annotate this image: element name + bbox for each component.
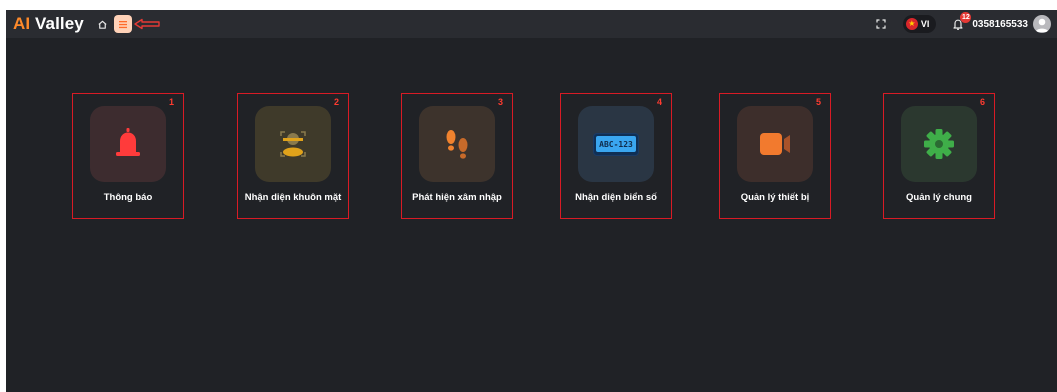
tile-icon-box [901,106,977,182]
tile-label: Quản lý chung [906,192,972,203]
tile-license-plate[interactable]: 4 ABC-123 Nhận diện biển số [560,93,672,219]
user-avatar[interactable] [1033,15,1051,33]
home-button[interactable] [94,15,112,33]
home-icon [98,20,107,29]
footprints-icon [446,130,468,159]
tile-number: 4 [656,97,662,107]
tile-device-management[interactable]: 5 Quản lý thiết bị [719,93,831,219]
tile-number: 3 [497,97,503,107]
tile-number: 5 [815,97,821,107]
tile-icon-box [419,106,495,182]
tile-icon-box [90,106,166,182]
plate-text: ABC-123 [596,136,636,152]
top-bar: AI Valley ★ VI 12 0358165533 [6,10,1057,38]
brand-name: Valley [30,14,84,33]
tile-general-management[interactable]: 6 Quản lý chung [883,93,995,219]
video-camera-icon [760,133,790,155]
tile-number: 6 [979,97,985,107]
fullscreen-icon [876,19,886,29]
tile-icon-box [737,106,813,182]
notification-badge: 12 [960,12,972,23]
tile-label: Nhận diện khuôn mặt [244,192,342,203]
fullscreen-button[interactable] [873,16,889,32]
menu-icon [118,20,127,28]
vietnam-flag-icon: ★ [905,18,918,30]
tile-number: 1 [168,97,174,107]
tile-label: Quản lý thiết bị [740,192,810,203]
tile-number: 2 [333,97,339,107]
tile-label: Thông báo [103,192,153,203]
arrow-left-icon [134,18,160,30]
tile-intrusion-detection[interactable]: 3 Phát hiện xâm nhập [401,93,513,219]
brand-logo[interactable]: AI Valley [13,14,84,34]
tile-label: Phát hiện xâm nhập [412,192,502,203]
license-plate-icon: ABC-123 [593,132,639,156]
language-selector[interactable]: ★ VI [902,15,937,33]
notification-button[interactable]: 12 [950,12,972,33]
alarm-bell-icon [116,128,140,156]
header-right-tools: ★ VI 12 0358165533 [873,10,1051,38]
tile-face-recognition[interactable]: 2 Nhận diện khuôn mặt [237,93,349,219]
face-recognition-icon [280,131,306,157]
tile-icon-box: ABC-123 [578,106,654,182]
menu-button[interactable] [113,15,132,33]
user-phone[interactable]: 0358165533 [972,19,1028,30]
tile-icon-box [255,106,331,182]
language-label: VI [920,19,930,29]
brand-ai: AI [13,14,31,33]
gear-icon [924,129,954,159]
app-window: AI Valley ★ VI 12 0358165533 1 Thông báo… [6,10,1057,392]
tile-label: Nhận diện biển số [575,192,657,203]
user-avatar-icon [1035,18,1049,32]
tile-notifications[interactable]: 1 Thông báo [72,93,184,219]
